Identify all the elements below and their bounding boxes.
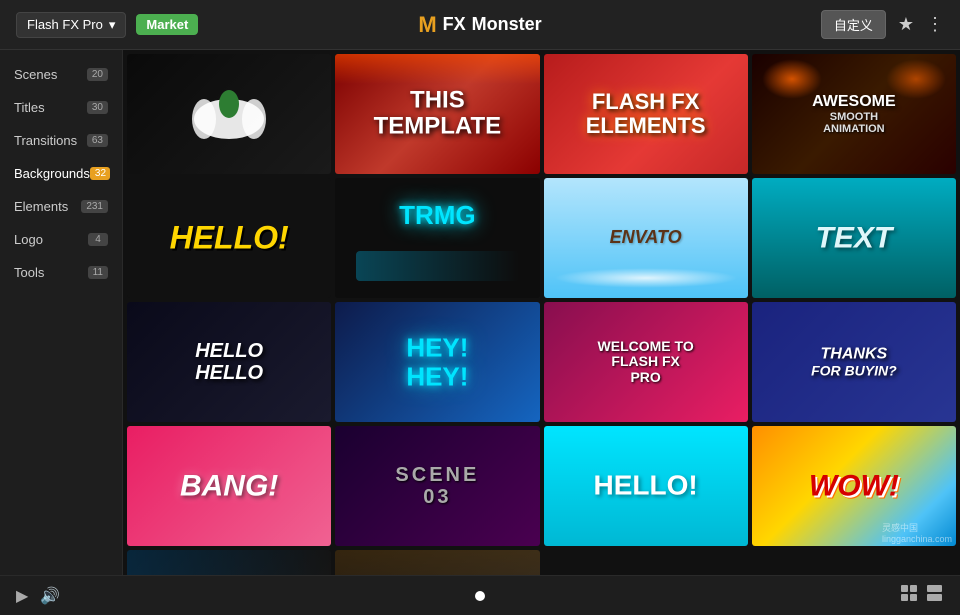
card-label-3: FLASH FX ELEMENTS xyxy=(586,90,706,138)
view-controls xyxy=(900,584,944,607)
grid-item-6[interactable]: TRMG xyxy=(335,178,539,298)
grid-area: THIS TEMPLATE FLASH FX ELEMENTS AWESOME … xyxy=(123,50,960,575)
grid-item-7[interactable]: ENVATO xyxy=(544,178,748,298)
card-label-13: BANG! xyxy=(180,470,278,503)
sidebar-item-logo[interactable]: Logo 4 xyxy=(0,223,122,256)
product-label: Flash FX Pro xyxy=(27,17,103,32)
card-label-10: HEY! HEY! xyxy=(406,333,468,390)
grid-item-16[interactable]: WOW! 灵感中国lingganchina.com xyxy=(752,426,956,546)
play-button[interactable]: ▶ xyxy=(16,586,28,606)
sidebar-label-backgrounds: Backgrounds xyxy=(14,166,90,181)
sidebar-item-tools[interactable]: Tools 11 xyxy=(0,256,122,289)
grid-item-5[interactable]: HELLO! xyxy=(127,178,331,298)
card-label-7: ENVATO xyxy=(610,228,682,248)
badge-elements: 231 xyxy=(81,200,108,213)
grid-item-8[interactable]: TEXT xyxy=(752,178,956,298)
card-label-9: HELLO HELLO xyxy=(195,340,263,384)
grid-item-9[interactable]: HELLO HELLO xyxy=(127,302,331,422)
audio-button[interactable]: 🔊 xyxy=(40,586,60,606)
badge-transitions: 63 xyxy=(87,134,108,147)
main-area: Scenes 20 Titles 30 Transitions 63 Backg… xyxy=(0,50,960,575)
card-label-14: SCENE 03 xyxy=(386,464,488,508)
logo-monster: Monster xyxy=(472,14,542,35)
chevron-down-icon: ▾ xyxy=(109,17,116,33)
large-grid-view-button[interactable] xyxy=(926,584,944,607)
badge-titles: 30 xyxy=(87,101,108,114)
sidebar-item-titles[interactable]: Titles 30 xyxy=(0,91,122,124)
grid-item-12[interactable]: Thanks for buyin? xyxy=(752,302,956,422)
grid-item-15[interactable]: HELLO! xyxy=(544,426,748,546)
header: Flash FX Pro ▾ Market M FX Monster 自定义 ★ … xyxy=(0,0,960,50)
grid-item-10[interactable]: HEY! HEY! xyxy=(335,302,539,422)
badge-backgrounds: 32 xyxy=(90,167,110,180)
progress-dot xyxy=(475,591,485,601)
grid-item-3[interactable]: FLASH FX ELEMENTS xyxy=(544,54,748,174)
sidebar-label-elements: Elements xyxy=(14,199,81,214)
sidebar-label-titles: Titles xyxy=(14,100,87,115)
sidebar-item-scenes[interactable]: Scenes 20 xyxy=(0,58,122,91)
grid-item-17[interactable] xyxy=(127,550,331,575)
grid-view-button[interactable] xyxy=(900,584,918,607)
logo-m-icon: M xyxy=(418,12,436,38)
header-left: Flash FX Pro ▾ Market xyxy=(16,12,198,38)
grid-item-13[interactable]: BANG! xyxy=(127,426,331,546)
card-label-16: WOW! xyxy=(809,470,899,503)
sidebar-label-scenes: Scenes xyxy=(14,67,87,82)
card-label-2: THIS TEMPLATE xyxy=(374,88,502,141)
sidebar-label-transitions: Transitions xyxy=(14,133,87,148)
customize-button[interactable]: 自定义 xyxy=(821,10,886,39)
sidebar-label-logo: Logo xyxy=(14,232,88,247)
sidebar: Scenes 20 Titles 30 Transitions 63 Backg… xyxy=(0,50,123,575)
playback-controls: ▶ 🔊 xyxy=(16,586,60,606)
badge-scenes: 20 xyxy=(87,68,108,81)
card-label-15: HELLO! xyxy=(594,471,698,502)
sidebar-item-elements[interactable]: Elements 231 xyxy=(0,190,122,223)
grid-item-1[interactable] xyxy=(127,54,331,174)
grid-item-14[interactable]: SCENE 03 xyxy=(335,426,539,546)
logo: M FX Monster xyxy=(418,12,541,38)
badge-logo: 4 xyxy=(88,233,108,246)
header-right: 自定义 ★ ⋮ xyxy=(821,10,944,39)
sidebar-label-tools: Tools xyxy=(14,265,88,280)
sidebar-item-backgrounds[interactable]: Backgrounds 32 xyxy=(0,157,122,190)
product-selector[interactable]: Flash FX Pro ▾ xyxy=(16,12,126,38)
sidebar-item-transitions[interactable]: Transitions 63 xyxy=(0,124,122,157)
grid-item-11[interactable]: WELCOME TO FLASH FX PRO xyxy=(544,302,748,422)
badge-tools: 11 xyxy=(88,266,108,279)
logo-fx: FX xyxy=(443,14,466,35)
bottom-bar: ▶ 🔊 xyxy=(0,575,960,615)
more-options-button[interactable]: ⋮ xyxy=(926,14,944,35)
logo-area: M FX Monster xyxy=(418,12,541,38)
progress-indicator xyxy=(475,591,485,601)
watermark: 灵感中国lingganchina.com xyxy=(882,521,952,544)
card-label-11: WELCOME TO FLASH FX PRO xyxy=(595,339,697,385)
card-label-12: Thanks for buyin? xyxy=(811,346,897,379)
grid-item-4[interactable]: AWESOME SMOOTH ANIMATION xyxy=(752,54,956,174)
market-badge[interactable]: Market xyxy=(136,14,198,35)
grid-item-18[interactable] xyxy=(335,550,539,575)
card-label-8: TEXT xyxy=(816,222,893,255)
card-label-5: HELLO! xyxy=(170,220,289,255)
favorites-button[interactable]: ★ xyxy=(898,14,914,35)
grid-item-2[interactable]: THIS TEMPLATE xyxy=(335,54,539,174)
